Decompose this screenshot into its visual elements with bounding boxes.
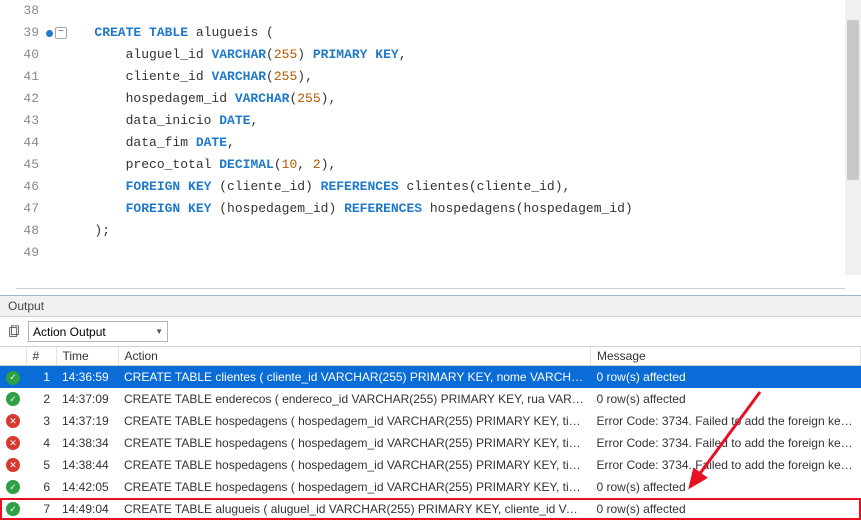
col-action[interactable]: Action xyxy=(118,347,591,366)
editor-divider xyxy=(16,288,845,289)
row-number: 1 xyxy=(26,366,56,388)
row-message: Error Code: 3734. Failed to add the fore… xyxy=(591,454,861,476)
row-message: Error Code: 3734. Failed to add the fore… xyxy=(591,432,861,454)
row-number: 5 xyxy=(26,454,56,476)
row-time: 14:37:19 xyxy=(56,410,118,432)
check-icon: ✓ xyxy=(6,480,20,494)
output-filter-combo[interactable]: Action Output ▼ xyxy=(28,321,168,342)
row-action: CREATE TABLE hospedagens ( hospedagem_id… xyxy=(118,454,591,476)
table-row[interactable]: ✓ 6 14:42:05 CREATE TABLE hospedagens ( … xyxy=(0,476,861,498)
sql-editor[interactable]: 383940414243444546474849 − CREATE TABLE … xyxy=(0,0,861,280)
row-message: Error Code: 3734. Failed to add the fore… xyxy=(591,410,861,432)
row-message: 0 row(s) affected xyxy=(591,366,861,388)
col-num[interactable]: # xyxy=(26,347,56,366)
row-number: 4 xyxy=(26,432,56,454)
table-row[interactable]: ✓ 2 14:37:09 CREATE TABLE enderecos ( en… xyxy=(0,388,861,410)
row-action: CREATE TABLE hospedagens ( hospedagem_id… xyxy=(118,432,591,454)
row-number: 2 xyxy=(26,388,56,410)
error-icon: ✕ xyxy=(6,414,20,428)
row-time: 14:37:09 xyxy=(56,388,118,410)
scrollbar-thumb[interactable] xyxy=(847,20,859,180)
fold-toggle[interactable]: − xyxy=(55,27,67,39)
copy-icon[interactable] xyxy=(6,324,22,340)
check-icon: ✓ xyxy=(6,502,20,516)
error-icon: ✕ xyxy=(6,458,20,472)
row-action: CREATE TABLE hospedagens ( hospedagem_id… xyxy=(118,410,591,432)
row-number: 6 xyxy=(26,476,56,498)
col-message[interactable]: Message xyxy=(591,347,861,366)
output-grid[interactable]: # Time Action Message ✓ 1 14:36:59 CREAT… xyxy=(0,347,861,520)
table-row[interactable]: ✓ 1 14:36:59 CREATE TABLE clientes ( cli… xyxy=(0,366,861,388)
table-row[interactable]: ✕ 5 14:38:44 CREATE TABLE hospedagens ( … xyxy=(0,454,861,476)
fold-column: − xyxy=(55,0,71,264)
row-action: CREATE TABLE enderecos ( endereco_id VAR… xyxy=(118,388,591,410)
output-title: Output xyxy=(0,296,861,317)
row-number: 3 xyxy=(26,410,56,432)
check-icon: ✓ xyxy=(6,392,20,406)
row-action: CREATE TABLE clientes ( cliente_id VARCH… xyxy=(118,366,591,388)
output-toolbar: Action Output ▼ xyxy=(0,317,861,347)
row-message: 0 row(s) affected xyxy=(591,476,861,498)
row-time: 14:38:34 xyxy=(56,432,118,454)
row-message: 0 row(s) affected xyxy=(591,388,861,410)
grid-body: ✓ 1 14:36:59 CREATE TABLE clientes ( cli… xyxy=(0,366,861,520)
check-icon: ✓ xyxy=(6,371,20,385)
code-content[interactable]: CREATE TABLE alugueis ( aluguel_id VARCH… xyxy=(71,0,861,264)
editor-scrollbar[interactable] xyxy=(845,0,861,275)
table-row[interactable]: ✕ 4 14:38:34 CREATE TABLE hospedagens ( … xyxy=(0,432,861,454)
row-time: 14:38:44 xyxy=(56,454,118,476)
table-row[interactable]: ✕ 3 14:37:19 CREATE TABLE hospedagens ( … xyxy=(0,410,861,432)
error-icon: ✕ xyxy=(6,436,20,450)
col-time[interactable]: Time xyxy=(56,347,118,366)
output-panel: Output Action Output ▼ # Time Action Mes… xyxy=(0,295,861,520)
row-time: 14:49:04 xyxy=(56,498,118,520)
grid-header-row: # Time Action Message xyxy=(0,347,861,366)
row-action: CREATE TABLE hospedagens ( hospedagem_id… xyxy=(118,476,591,498)
line-gutter: 383940414243444546474849 xyxy=(0,0,55,264)
output-filter-value: Action Output xyxy=(33,325,106,339)
row-time: 14:36:59 xyxy=(56,366,118,388)
chevron-down-icon: ▼ xyxy=(155,327,163,336)
col-status[interactable] xyxy=(0,347,26,366)
row-action: CREATE TABLE alugueis ( aluguel_id VARCH… xyxy=(118,498,591,520)
row-number: 7 xyxy=(26,498,56,520)
row-time: 14:42:05 xyxy=(56,476,118,498)
table-row[interactable]: ✓ 7 14:49:04 CREATE TABLE alugueis ( alu… xyxy=(0,498,861,520)
row-message: 0 row(s) affected xyxy=(591,498,861,520)
